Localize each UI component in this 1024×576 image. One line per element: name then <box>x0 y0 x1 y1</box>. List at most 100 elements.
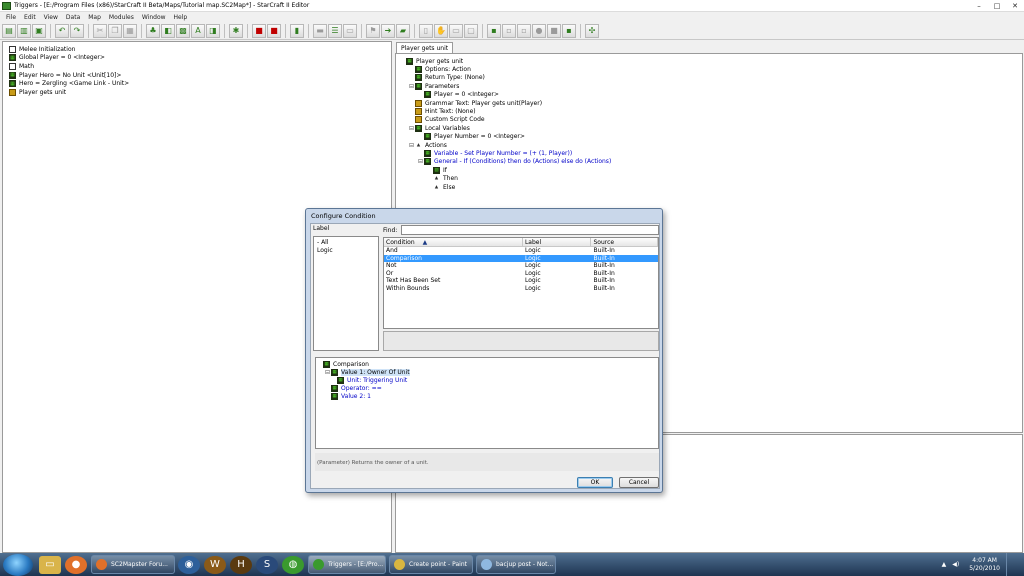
grid-icon[interactable]: ▬ <box>313 23 327 38</box>
save-icon[interactable]: ▣ <box>32 23 46 38</box>
maximize-button[interactable]: □ <box>988 1 1006 11</box>
menu-window[interactable]: Window <box>138 14 170 21</box>
paste-icon[interactable]: ▦ <box>123 23 137 38</box>
tree-item[interactable]: Math <box>3 62 391 71</box>
collapse-toggle-icon[interactable]: ⊟ <box>324 369 331 376</box>
point-icon[interactable]: ▫ <box>502 23 516 38</box>
list-icon[interactable]: ☰ <box>328 23 342 38</box>
camera-icon[interactable]: ▭ <box>449 23 463 38</box>
column-condition[interactable]: Condition ▲ <box>384 238 523 246</box>
trigger-tree-row[interactable]: ▦ Options: Action <box>396 65 1022 74</box>
volume-icon[interactable]: ◀) <box>952 561 959 568</box>
trigger-tree-row[interactable]: ▦ Return Type: (None) <box>396 74 1022 82</box>
flag-icon[interactable]: ⚑ <box>366 23 380 38</box>
open-icon[interactable]: ▥ <box>17 23 31 38</box>
label-filter-list[interactable]: - All Logic <box>313 236 379 351</box>
condition-list[interactable]: Condition ▲ Label Source And Logic Built-In… <box>383 237 659 329</box>
collapse-toggle-icon[interactable]: ⊟ <box>408 142 415 149</box>
menu-data[interactable]: Data <box>62 14 84 21</box>
tree-item[interactable]: Melee Initialization <box>3 45 391 54</box>
stop-icon[interactable]: ■ <box>252 23 266 38</box>
find-input[interactable] <box>401 225 659 235</box>
redo-icon[interactable]: ↷ <box>70 23 84 38</box>
tree-item[interactable]: ▦ Global Player = 0 <Integer> <box>3 54 391 63</box>
unit-icon[interactable]: ✱ <box>229 23 243 38</box>
cut-icon[interactable]: ✂ <box>93 23 107 38</box>
new-trigger-icon[interactable]: ▮ <box>290 23 304 38</box>
trigger-editor-icon[interactable]: ◧ <box>161 23 175 38</box>
menu-modules[interactable]: Modules <box>105 14 138 21</box>
collapse-toggle-icon[interactable]: ⊟ <box>408 83 415 90</box>
condition-parameter-tree[interactable]: ▦ Comparison ⊟ ▦ Value 1: Owner Of Unit ▦ Unit… <box>315 357 659 449</box>
parameter-row[interactable]: ▦ Value 2: 1 <box>316 393 658 401</box>
trigger-tree-row[interactable]: Custom Script Code <box>396 116 1022 124</box>
tab-player-gets-unit[interactable]: Player gets unit <box>396 42 454 53</box>
hand-icon[interactable]: ✋ <box>434 23 448 38</box>
condition-row[interactable]: Or Logic Built-In <box>384 270 658 278</box>
taskbar-button-browser[interactable]: SC2Mapster Foru... <box>91 555 175 574</box>
tree-item[interactable]: ▦ Hero = Zergling <Game Link - Unit> <box>3 79 391 88</box>
record-icon[interactable]: ■ <box>267 23 281 38</box>
region-icon[interactable]: ▢ <box>464 23 478 38</box>
condition-row[interactable]: Within Bounds Logic Built-In <box>384 285 658 293</box>
trigger-tree-row[interactable]: ▦ Variable - Set Player Number = (+ (1, P… <box>396 149 1022 157</box>
condition-row[interactable]: Text Has Been Set Logic Built-In <box>384 277 658 285</box>
taskbar-button-paint[interactable]: Create point - Paint <box>389 555 473 574</box>
collapse-toggle-icon[interactable]: ⊟ <box>408 125 415 132</box>
menu-file[interactable]: File <box>2 14 20 21</box>
label-item-logic[interactable]: Logic <box>317 247 378 255</box>
condition-row[interactable]: And Logic Built-In <box>384 247 658 255</box>
trigger-tree-row[interactable]: ▲ Then <box>396 174 1022 182</box>
copy-icon[interactable]: ❐ <box>108 23 122 38</box>
test-map-icon[interactable]: ✣ <box>585 23 599 38</box>
data-editor-icon[interactable]: ▩ <box>176 23 190 38</box>
taskbar-button-triggers[interactable]: Triggers - [E:/Pro... <box>308 555 386 574</box>
square-icon[interactable]: ■ <box>547 23 561 38</box>
label-item-all[interactable]: - All <box>317 239 378 247</box>
trigger-tree-row[interactable]: ▦ Player gets unit <box>396 57 1022 65</box>
parameter-row[interactable]: ▦ Operator: == <box>316 385 658 393</box>
condition-row[interactable]: Not Logic Built-In <box>384 262 658 270</box>
import-icon[interactable]: ◨ <box>206 23 220 38</box>
condition-row[interactable]: Comparison Logic Built-In <box>384 254 658 263</box>
hon-icon[interactable]: H <box>230 555 252 574</box>
trigger-tree-row[interactable]: ▲ Else <box>396 183 1022 191</box>
collapse-toggle-icon[interactable]: ⊟ <box>417 158 424 165</box>
close-button[interactable]: ✕ <box>1006 1 1024 11</box>
script-icon[interactable]: ▪ <box>562 23 576 38</box>
menu-help[interactable]: Help <box>170 14 192 21</box>
trigger-tree-row[interactable]: ⊟ ▲ Actions <box>396 141 1022 149</box>
taskbar-button-notepad[interactable]: bacjup post - Not... <box>476 555 556 574</box>
clock[interactable]: 4:07 AM 5/20/2010 <box>969 557 1000 573</box>
column-label[interactable]: Label <box>523 238 592 246</box>
menu-edit[interactable]: Edit <box>20 14 40 21</box>
tray-arrow-icon[interactable]: ▲ <box>942 561 947 568</box>
variable-toolbar-icon[interactable]: ▪ <box>487 23 501 38</box>
column-source[interactable]: Source <box>591 238 658 246</box>
parameter-row[interactable]: ▦ Unit: Triggering Unit <box>316 376 658 384</box>
menu-view[interactable]: View <box>40 14 62 21</box>
battlenet-icon[interactable]: ◉ <box>178 555 200 574</box>
parameter-row[interactable]: ▦ Comparison <box>316 360 658 368</box>
folder-icon[interactable]: ▭ <box>39 555 61 574</box>
trigger-tree-row[interactable]: Hint Text: (None) <box>396 107 1022 116</box>
menu-map[interactable]: Map <box>84 14 105 21</box>
minimize-button[interactable]: – <box>970 1 988 11</box>
cancel-button[interactable]: Cancel <box>619 477 659 488</box>
parameter-row[interactable]: ⊟ ▦ Value 1: Owner Of Unit <box>316 368 658 376</box>
trigger-tree-row[interactable]: ▦ Player = 0 <Integer> <box>396 91 1022 99</box>
tree-item[interactable]: Player gets unit <box>3 88 391 97</box>
new-icon[interactable]: ▤ <box>2 23 16 38</box>
run-icon[interactable]: ➔ <box>381 23 395 38</box>
trigger-tree-row[interactable]: Grammar Text: Player gets unit(Player) <box>396 99 1022 107</box>
trigger-tree-row[interactable]: ⊟ ▦ Local Variables <box>396 124 1022 132</box>
warcraft-icon[interactable]: W <box>204 555 226 574</box>
undo-icon[interactable]: ↶ <box>55 23 69 38</box>
preview-icon[interactable]: ▫ <box>517 23 531 38</box>
ok-button[interactable]: OK <box>577 477 613 488</box>
page-icon[interactable]: ▯ <box>419 23 433 38</box>
trigger-tree-row[interactable]: ▨ If <box>396 166 1022 174</box>
terrain-icon[interactable]: ♣ <box>146 23 160 38</box>
circle-icon[interactable]: ● <box>532 23 546 38</box>
clapper-icon[interactable]: ▰ <box>396 23 410 38</box>
